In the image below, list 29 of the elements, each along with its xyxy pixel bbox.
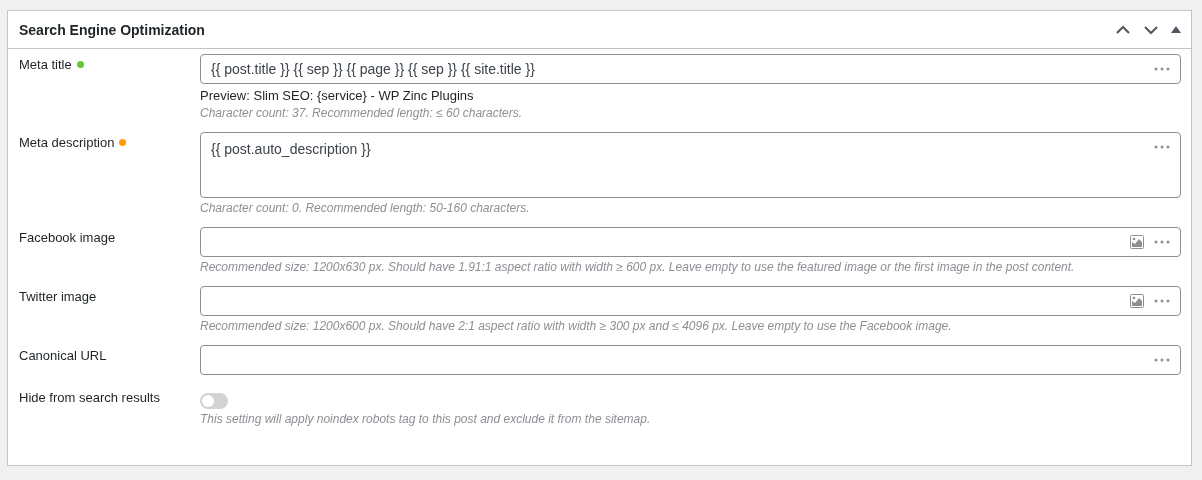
preview-text: Preview: Slim SEO: {service} - WP Zinc Plugins [200, 88, 475, 103]
help-text: Recommended size: 1200x600 px. Should have 2:1 aspect ratio with width ≥ 300 px and ≤ 4096 px. Leave empty to use the Facebook image. [200, 319, 953, 333]
panel-title: Search Engine Optimization [19, 21, 206, 38]
input-field[interactable] [200, 345, 1181, 375]
input-field[interactable] [200, 286, 1181, 316]
field-label: Meta description [19, 135, 115, 150]
field-label: Canonical URL [19, 348, 107, 363]
input-field[interactable]: {{ post.title }} {{ sep }} {{ page }} {{ sep }} {{ site.title }} [200, 54, 1181, 84]
text-area[interactable]: {{ post.auto_description }} [200, 132, 1181, 198]
help-text: This setting will apply noindex robots tag to this post and exclude it from the sitemap. [200, 412, 652, 426]
more-icon[interactable] [1154, 240, 1170, 244]
help-text: Character count: 37. Recommended length: ≤ 60 characters. [200, 106, 524, 120]
field-label: Meta title [19, 57, 72, 72]
more-icon[interactable] [1154, 358, 1170, 362]
help-text: Character count: 0. Recommended length: 50-160 characters. [200, 201, 531, 215]
image-icon[interactable] [1130, 294, 1144, 308]
field-label: Twitter image [19, 289, 97, 304]
field-label: Hide from search results [19, 390, 160, 405]
toggle-switch[interactable] [200, 393, 228, 409]
more-icon[interactable] [1154, 145, 1170, 149]
collapse-icon[interactable] [1171, 26, 1181, 33]
image-icon[interactable] [1130, 235, 1144, 249]
more-icon[interactable] [1154, 299, 1170, 303]
more-icon[interactable] [1154, 67, 1170, 71]
input-field[interactable] [200, 227, 1181, 257]
move-down-icon[interactable] [1143, 24, 1159, 35]
help-text: Recommended size: 1200x630 px. Should have 1.91:1 aspect ratio with width ≥ 600 px. Leave empty to use the featured image or the first image in the post content. [200, 260, 1076, 274]
move-up-icon[interactable] [1115, 24, 1131, 35]
field-label: Facebook image [19, 230, 116, 245]
